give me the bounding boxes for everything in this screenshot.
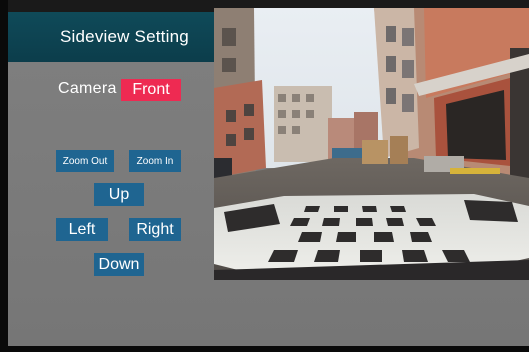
page-title: Sideview Setting: [8, 12, 214, 62]
camera-preview: [214, 8, 529, 280]
zoom-in-button[interactable]: Zoom In: [129, 150, 181, 172]
camera-label: Camera: [58, 80, 117, 97]
screen-bezel-bottom: [0, 346, 529, 352]
down-button[interactable]: Down: [94, 253, 144, 276]
up-button[interactable]: Up: [94, 183, 144, 206]
right-button[interactable]: Right: [129, 218, 181, 241]
zoom-out-button[interactable]: Zoom Out: [56, 150, 114, 172]
head-unit-screen: Sideview Setting Camera Front Zoom Out Z…: [0, 0, 529, 352]
left-button[interactable]: Left: [56, 218, 108, 241]
camera-select[interactable]: Front: [121, 79, 181, 101]
screen-bezel-left: [0, 0, 8, 352]
